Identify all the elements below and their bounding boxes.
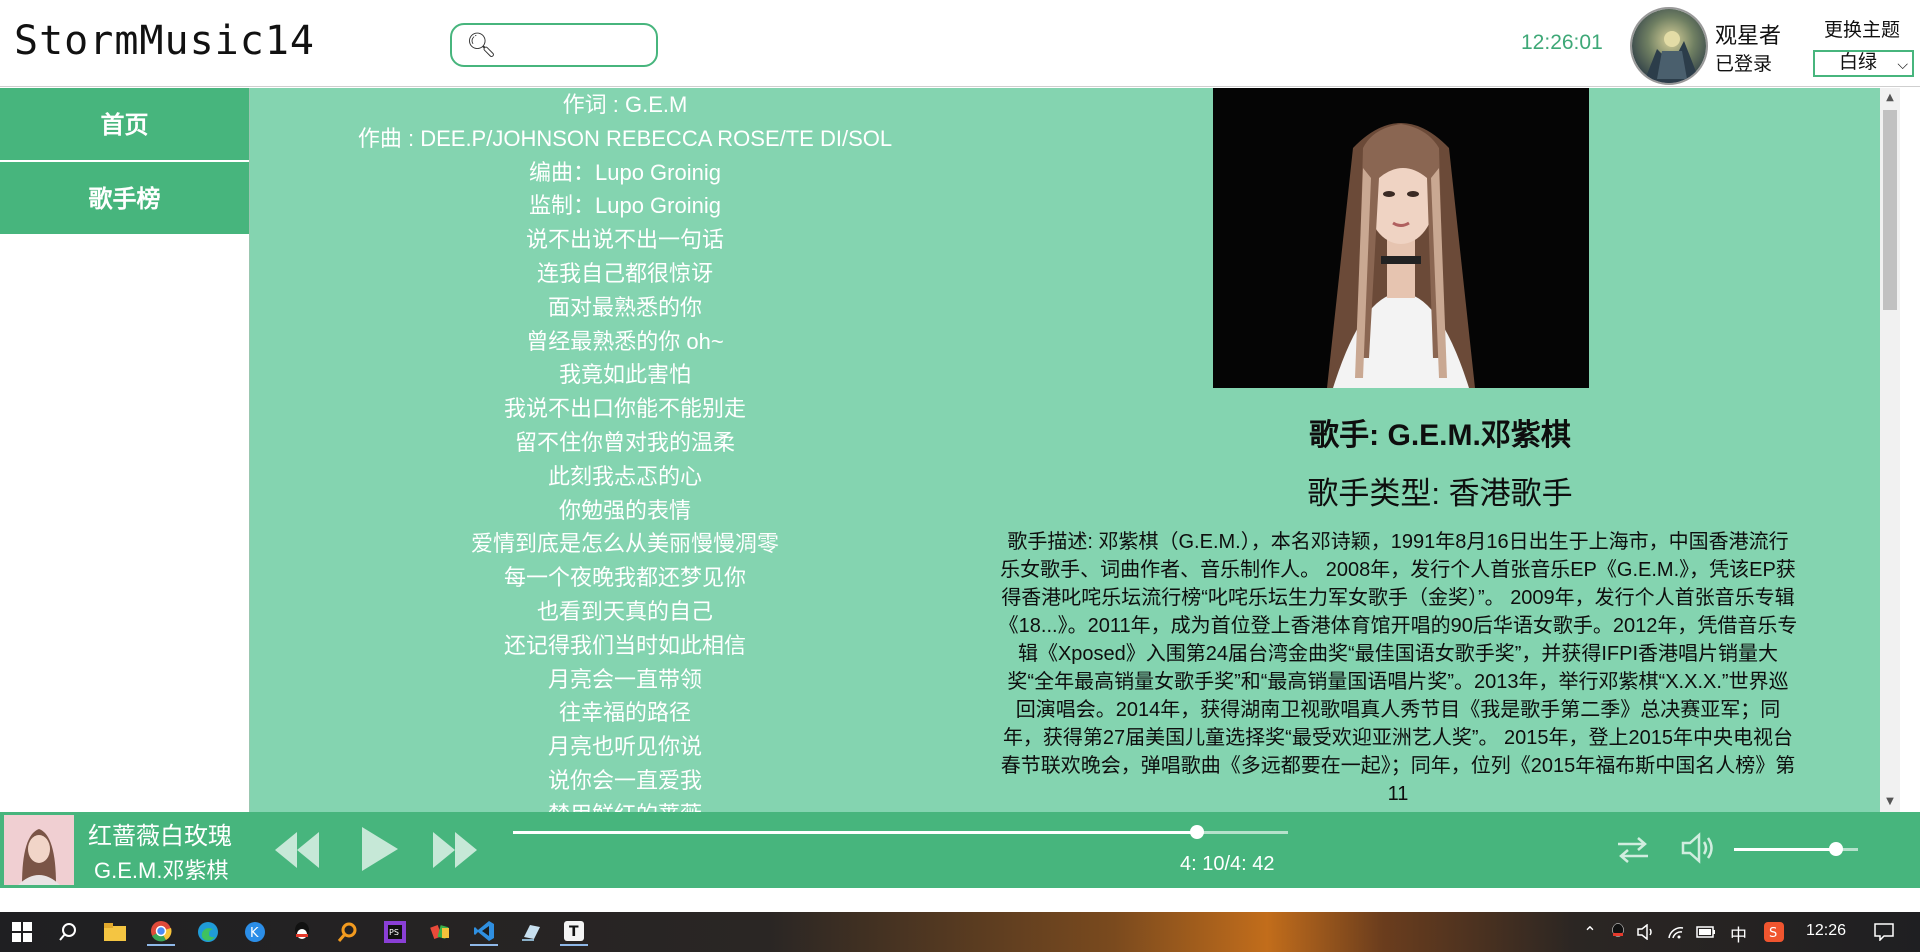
lyric-line: 我说不出口你能不能别走 xyxy=(503,396,746,422)
theme-selected-value: 白绿 xyxy=(1839,52,1878,73)
colorful-app-icon[interactable] xyxy=(427,918,455,946)
lyric-line: 作词 : G.E.M xyxy=(562,92,688,117)
progress-slider[interactable] xyxy=(513,825,1288,839)
singer-name: 歌手: G.E.M.邓紫棋 xyxy=(1309,419,1571,452)
lyric-line: 作曲 : DEE.P/JOHNSON REBECCA ROSE/TE DI/SO… xyxy=(357,125,893,151)
search-icon[interactable]: 🔍︎ xyxy=(466,32,496,58)
phpstorm-icon[interactable]: PS xyxy=(381,918,409,946)
previous-icon[interactable] xyxy=(272,828,322,872)
svg-text:PS: PS xyxy=(389,928,399,937)
svg-text:S: S xyxy=(1769,926,1777,941)
volume-slider[interactable] xyxy=(1734,842,1858,856)
time-display: 4: 10/4: 42 xyxy=(1180,853,1275,875)
vscode-icon[interactable] xyxy=(470,918,498,946)
lyric-line: 连我自己都很惊讶 xyxy=(536,260,713,286)
tray-qq-icon[interactable] xyxy=(1604,918,1632,946)
lyric-line: 还记得我们当时如此相信 xyxy=(503,632,746,658)
volume-knob[interactable] xyxy=(1828,842,1843,856)
singer-description: 歌手描述: 邓紫棋（G.E.M.），本名邓诗颖，1991年8月16日出生于上海市… xyxy=(998,531,1798,805)
lyric-line: 说不出说不出一句话 xyxy=(525,227,724,253)
window-gap xyxy=(0,888,1920,912)
edge-icon[interactable] xyxy=(194,918,222,946)
notes-app-icon[interactable] xyxy=(517,918,545,946)
scrollbar[interactable]: ▲ ▼ xyxy=(1880,88,1900,812)
lyrics-panel[interactable]: 作词 : G.E.M 作曲 : DEE.P/JOHNSON REBECCA ROS… xyxy=(250,88,1000,812)
header: StormMusic14 🔍︎ 12:26:01 观星者 已登录 更换主题 白绿… xyxy=(0,0,1920,87)
progress-fill xyxy=(513,831,1198,834)
tray-battery-icon[interactable] xyxy=(1692,918,1720,946)
tray-network-icon[interactable] xyxy=(1662,918,1690,946)
input-method-indicator[interactable]: 中 xyxy=(1730,921,1747,946)
tray-sogou-icon[interactable]: S xyxy=(1760,918,1788,946)
lyric-line: 月亮也听见你说 xyxy=(547,734,702,760)
lyric-line: 说你会一直爱我 xyxy=(547,767,702,793)
taskbar: K PS T ⌃ S 中 12:26 xyxy=(0,912,1920,952)
qq-icon[interactable] xyxy=(288,918,316,946)
kugou-icon[interactable]: K xyxy=(241,918,269,946)
chrome-icon[interactable] xyxy=(147,918,175,946)
typora-icon[interactable]: T xyxy=(560,918,588,946)
progress-knob[interactable] xyxy=(1190,825,1205,839)
search-box[interactable]: 🔍︎ xyxy=(450,23,658,67)
search-tool-icon[interactable] xyxy=(334,918,362,946)
lyric-line: 爱情到底是怎么从美丽慢慢凋零 xyxy=(470,531,779,557)
sidebar: 首页 歌手榜 xyxy=(0,88,250,812)
song-artist: G.E.M.邓紫棋 xyxy=(94,858,229,883)
player-bar: 红蔷薇白玫瑰 G.E.M.邓紫棋 4: 10/4: 42 xyxy=(0,812,1920,888)
next-icon[interactable] xyxy=(430,828,480,872)
lyric-line: 留不住你曾对我的温柔 xyxy=(514,429,735,455)
lyric-line: 月亮会一直带领 xyxy=(547,666,702,692)
lyric-line: 此刻我忐忑的心 xyxy=(547,463,702,489)
lyric-line: 你勉强的表情 xyxy=(558,497,691,523)
lyric-line: 我竟如此害怕 xyxy=(558,362,691,388)
app-window: StormMusic14 🔍︎ 12:26:01 观星者 已登录 更换主题 白绿… xyxy=(0,0,1920,952)
song-title: 红蔷薇白玫瑰 xyxy=(88,823,232,850)
main-content: 作词 : G.E.M 作曲 : DEE.P/JOHNSON REBECCA ROS… xyxy=(250,88,1900,812)
sidebar-item-singer-chart[interactable]: 歌手榜 xyxy=(0,162,249,236)
sidebar-item-home[interactable]: 首页 xyxy=(0,88,249,162)
chevron-down-icon: ⌵ xyxy=(1897,56,1908,72)
lyric-line: 每一个夜晚我都还梦见你 xyxy=(503,565,746,591)
search-icon[interactable] xyxy=(54,918,82,946)
lyric-line: 编曲：Lupo Groinig xyxy=(529,159,721,185)
scroll-up-arrow-icon[interactable]: ▲ xyxy=(1880,88,1900,108)
user-name: 观星者 xyxy=(1715,23,1782,48)
clock: 12:26:01 xyxy=(1521,31,1603,54)
play-icon[interactable] xyxy=(358,824,402,874)
avatar[interactable] xyxy=(1630,7,1708,85)
file-explorer-icon[interactable] xyxy=(101,918,129,946)
singer-type: 歌手类型: 香港歌手 xyxy=(1307,476,1573,511)
svg-text:K: K xyxy=(250,926,259,941)
search-input[interactable] xyxy=(498,31,648,59)
app-logo: StormMusic14 xyxy=(14,18,315,64)
scroll-thumb[interactable] xyxy=(1883,110,1897,310)
tray-speaker-icon[interactable] xyxy=(1632,918,1660,946)
shuffle-icon[interactable] xyxy=(1616,836,1650,864)
lyric-line: 也看到天真的自己 xyxy=(536,598,713,624)
theme-select[interactable]: 白绿 ⌵ xyxy=(1813,50,1914,77)
theme-label: 更换主题 xyxy=(1824,20,1901,41)
windows-start-icon[interactable] xyxy=(8,918,36,946)
lyric-line: 曾经最熟悉的你 oh~ xyxy=(526,328,724,354)
taskbar-clock[interactable]: 12:26 xyxy=(1806,922,1846,940)
lyric-line: 禁用鲜红的蔷薇 xyxy=(250,798,1000,812)
login-status: 已登录 xyxy=(1715,54,1773,75)
scroll-down-arrow-icon[interactable]: ▼ xyxy=(1880,792,1900,812)
lyric-line: 面对最熟悉的你 xyxy=(547,294,702,320)
album-cover[interactable] xyxy=(4,815,74,885)
volume-icon[interactable] xyxy=(1680,830,1716,866)
tray-overflow-chevron-up-icon[interactable]: ⌃ xyxy=(1576,918,1604,946)
lyric-line: 往幸福的路径 xyxy=(558,700,691,726)
svg-text:T: T xyxy=(569,924,579,940)
notification-icon[interactable] xyxy=(1870,918,1898,946)
lyric-line: 监制：Lupo Groinig xyxy=(529,193,721,219)
singer-photo xyxy=(1213,88,1589,388)
volume-fill xyxy=(1734,848,1836,851)
